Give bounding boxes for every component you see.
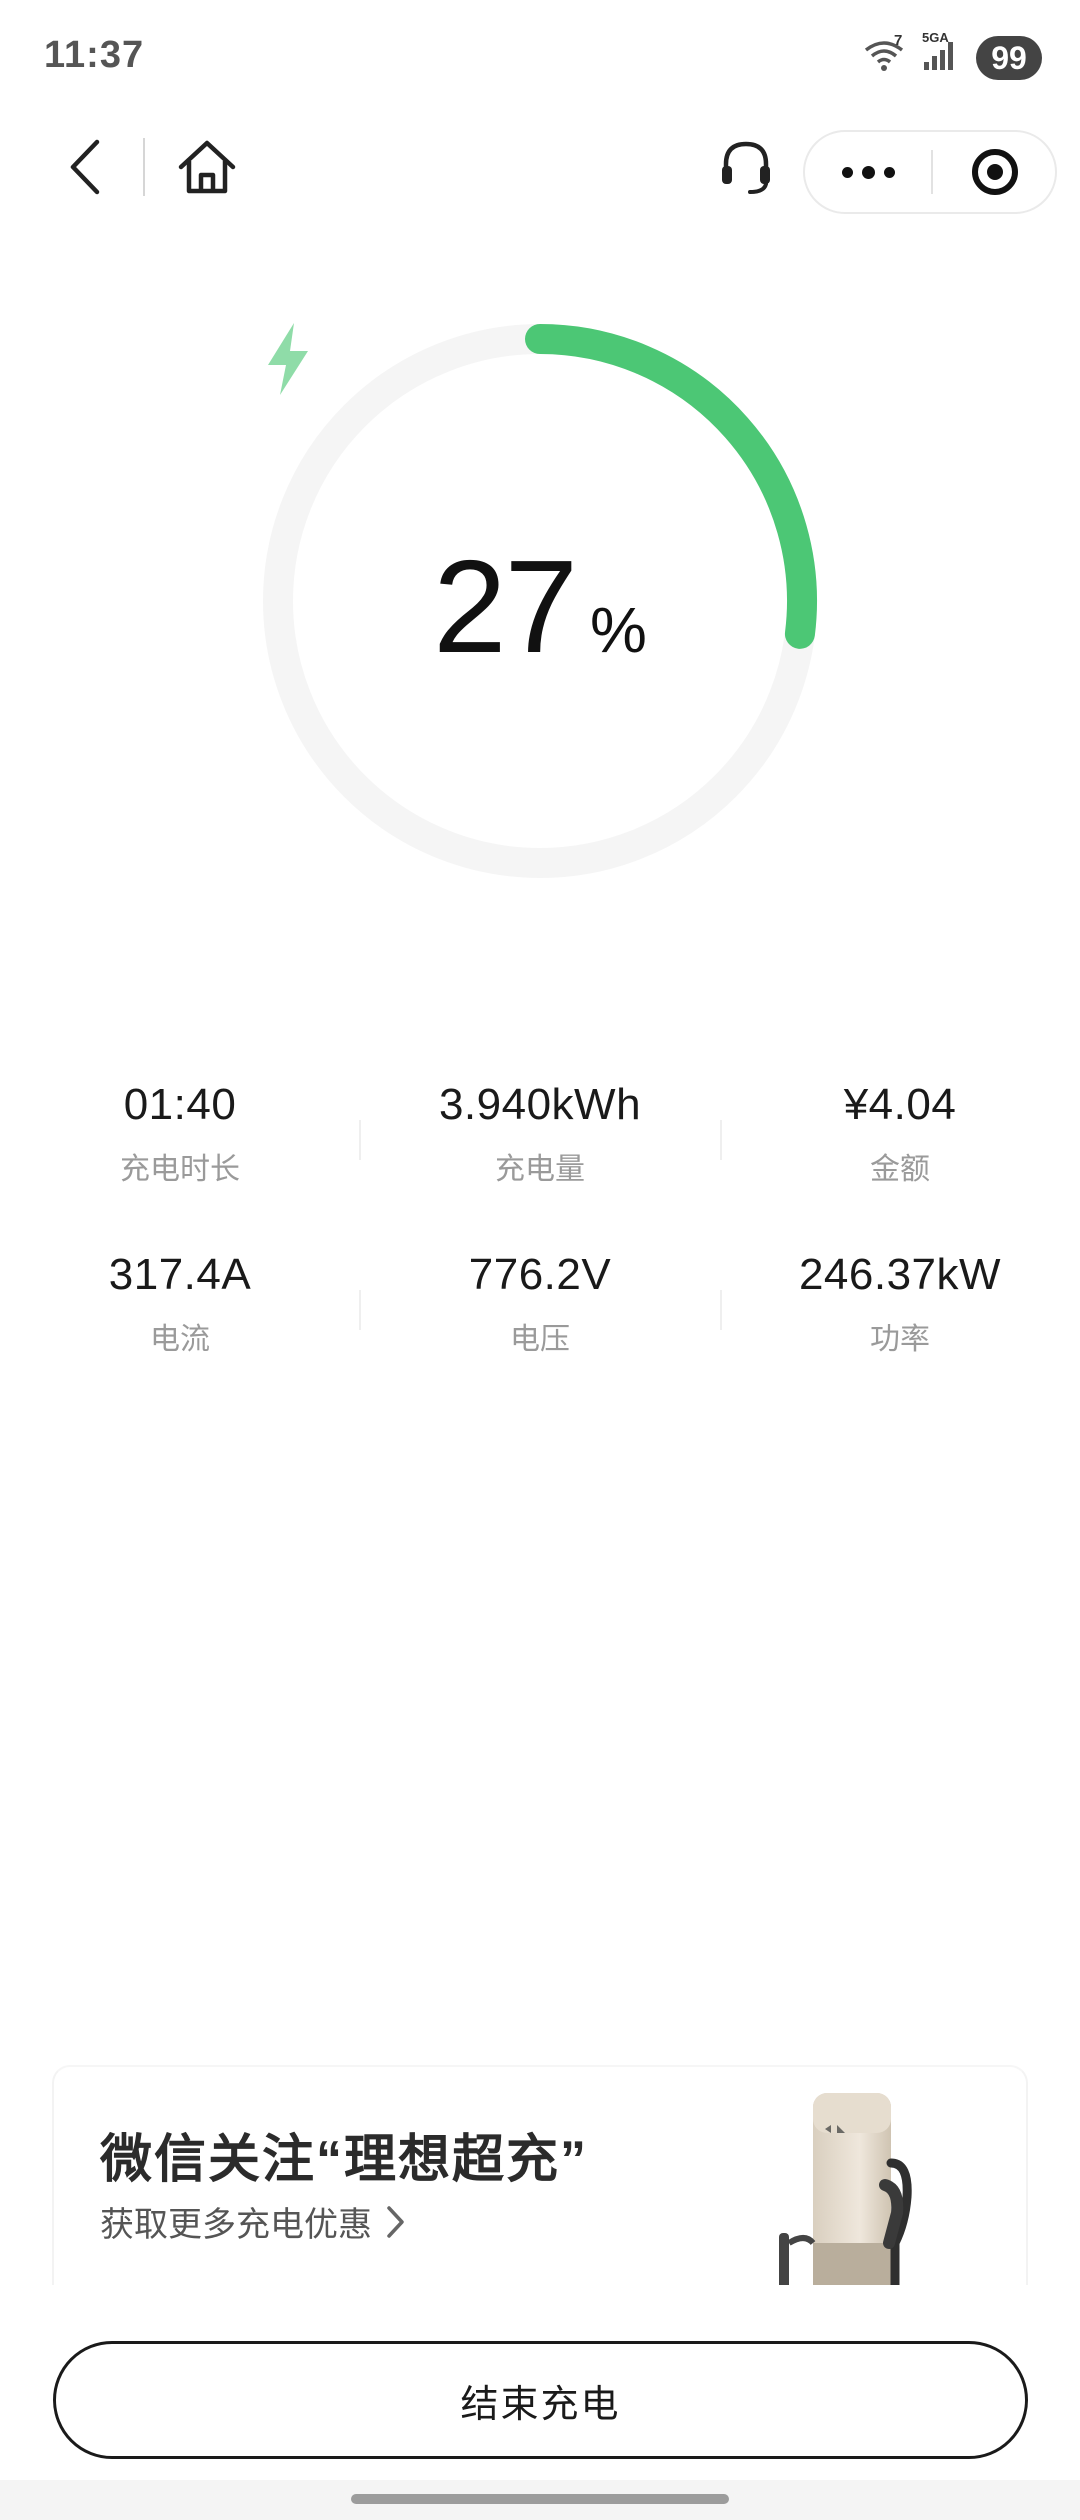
banner-title: 微信关注“理想超充” (100, 2131, 589, 2189)
charge-gauge: 27% (260, 321, 820, 881)
charge-percent: 27% (260, 531, 820, 682)
headset-icon (722, 141, 770, 194)
charger-illustration (779, 2093, 912, 2285)
percent-value: 27 (433, 533, 578, 680)
stat-energy: 3.940kWh 充电量 (360, 1080, 720, 1188)
stat-duration: 01:40 充电时长 (0, 1080, 360, 1188)
stat-value: 3.940kWh (438, 1080, 642, 1129)
battery-badge: 99 (976, 36, 1042, 80)
stat-value: 776.2V (468, 1250, 612, 1299)
network-label: 5GA (922, 30, 949, 45)
chevron-left-icon (70, 139, 100, 195)
stat-label: 功率 (870, 1323, 930, 1356)
back-button[interactable] (56, 135, 112, 199)
wifi-indicator: 7 (864, 32, 908, 78)
banner-subtitle: 获取更多充电优惠 (100, 2206, 372, 2244)
status-time: 11:37 (44, 34, 145, 76)
charging-stats: 01:40 充电时长 3.940kWh 充电量 ¥4.04 金额 317.4A … (0, 1080, 1080, 1420)
mini-program-capsule (803, 130, 1057, 214)
stat-value: 246.37kW (798, 1250, 1002, 1299)
cellular-indicator: 5GA (922, 30, 962, 78)
stat-label: 充电量 (495, 1153, 585, 1186)
stat-label: 充电时长 (120, 1153, 240, 1186)
nav-divider (143, 138, 145, 196)
close-button[interactable] (933, 132, 1057, 212)
more-dot-icon (883, 166, 895, 178)
stat-power: 246.37kW 功率 (720, 1250, 1080, 1358)
stat-label: 电压 (510, 1323, 570, 1356)
stat-amount: ¥4.04 金额 (720, 1080, 1080, 1188)
status-icons: 7 5GA 99 (864, 30, 1042, 80)
more-dot-icon (841, 166, 853, 178)
stats-row-2: 317.4A 电流 776.2V 电压 246.37kW 功率 (0, 1250, 1080, 1420)
stat-label: 电流 (150, 1323, 210, 1356)
bottom-safe-area (0, 2480, 1080, 2520)
end-charging-button[interactable]: 结束充电 (53, 2341, 1028, 2459)
follow-wechat-banner[interactable]: 微信关注“理想超充” 获取更多充电优惠 (52, 2065, 1028, 2285)
stats-row-1: 01:40 充电时长 3.940kWh 充电量 ¥4.04 金额 (0, 1080, 1080, 1250)
lightning-icon (268, 323, 308, 395)
percent-unit: % (589, 594, 647, 666)
more-button[interactable] (805, 132, 931, 212)
stat-value: 317.4A (108, 1250, 252, 1299)
home-indicator[interactable] (351, 2494, 729, 2504)
wifi-badge: 7 (894, 32, 903, 49)
stat-value: ¥4.04 (843, 1080, 957, 1129)
target-icon (972, 149, 1018, 195)
stat-current: 317.4A 电流 (0, 1250, 360, 1358)
home-icon (178, 140, 236, 194)
banner-link[interactable]: 获取更多充电优惠 (100, 2197, 406, 2246)
customer-service-button[interactable] (713, 134, 779, 200)
chevron-right-icon (387, 2205, 404, 2238)
stat-voltage: 776.2V 电压 (360, 1250, 720, 1358)
target-dot (987, 164, 1003, 180)
status-bar: 11:37 7 5GA 99 (0, 0, 1080, 120)
stat-label: 金额 (870, 1153, 930, 1186)
stat-value: 01:40 (123, 1080, 237, 1129)
more-dot-icon (861, 165, 875, 179)
home-button[interactable] (172, 134, 242, 200)
